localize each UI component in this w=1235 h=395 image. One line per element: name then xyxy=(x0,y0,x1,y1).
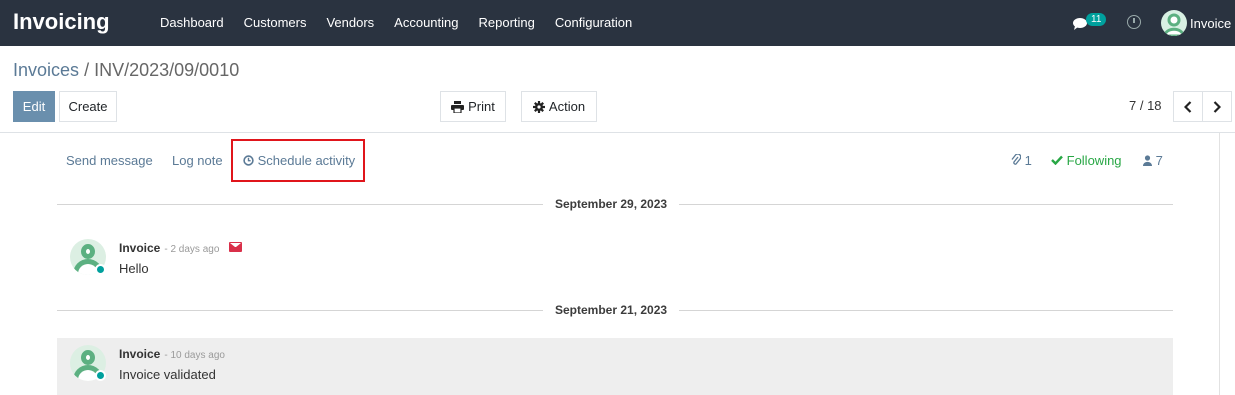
print-icon xyxy=(451,100,465,113)
user-icon xyxy=(1143,155,1152,166)
breadcrumb-separator: / xyxy=(84,60,90,80)
pager-previous-button[interactable] xyxy=(1173,91,1203,122)
breadcrumb-current: INV/2023/09/0010 xyxy=(94,60,240,80)
message-author-name: Invoice xyxy=(119,347,161,361)
breadcrumb-invoices-link[interactable]: Invoices xyxy=(13,60,79,80)
message-date: - 10 days ago xyxy=(164,350,225,361)
user-avatar-icon xyxy=(1163,13,1185,36)
envelope-icon[interactable] xyxy=(229,242,242,252)
edit-button[interactable]: Edit xyxy=(13,91,55,122)
activity-clock-icon[interactable] xyxy=(1127,15,1141,29)
followers-button[interactable]: 7 xyxy=(1143,153,1163,168)
attachments-button[interactable]: 1 xyxy=(1011,153,1032,168)
gear-icon xyxy=(532,100,545,113)
chevron-left-icon xyxy=(1184,100,1192,113)
user-avatar[interactable] xyxy=(1161,10,1187,36)
message-author-name: Invoice xyxy=(119,241,161,255)
create-button-label: Create xyxy=(68,99,108,114)
edit-button-label: Edit xyxy=(22,99,46,114)
menu-vendors[interactable]: Vendors xyxy=(316,15,384,30)
message-body: Invoice validated xyxy=(119,367,216,382)
message: Invoice - 10 days ago Invoice validated xyxy=(57,338,1173,395)
app-brand[interactable]: Invoicing xyxy=(13,9,110,35)
action-button-label: Action xyxy=(548,99,586,114)
online-status-icon xyxy=(95,370,106,381)
menu-accounting[interactable]: Accounting xyxy=(384,15,468,30)
control-panel-divider xyxy=(0,132,1235,133)
following-label: Following xyxy=(1066,153,1122,168)
message-body: Hello xyxy=(119,261,149,276)
user-menu-name[interactable]: Invoice xyxy=(1190,16,1231,31)
create-button[interactable]: Create xyxy=(59,91,117,122)
menu-reporting[interactable]: Reporting xyxy=(469,15,545,30)
send-message-button[interactable]: Send message xyxy=(66,153,153,168)
menu-customers[interactable]: Customers xyxy=(234,15,317,30)
message: Invoice - 2 days ago Hello xyxy=(57,239,1173,296)
messages-count-badge: 11 xyxy=(1086,13,1107,26)
online-status-icon xyxy=(95,264,106,275)
action-button[interactable]: Action xyxy=(521,91,597,122)
message-date: - 2 days ago xyxy=(164,244,220,255)
check-icon xyxy=(1051,155,1063,166)
date-separator-label: September 29, 2023 xyxy=(543,197,680,211)
highlight-box xyxy=(231,139,365,182)
attachments-count: 1 xyxy=(1024,153,1032,168)
menu-dashboard[interactable]: Dashboard xyxy=(150,15,234,30)
followers-count: 7 xyxy=(1155,153,1163,168)
message-author[interactable]: Invoice - 2 days ago xyxy=(119,241,219,255)
following-button[interactable]: Following xyxy=(1051,153,1122,168)
top-navbar: Invoicing Dashboard Customers Vendors Ac… xyxy=(0,0,1235,46)
menu-configuration[interactable]: Configuration xyxy=(545,15,642,30)
message-author[interactable]: Invoice - 10 days ago xyxy=(119,347,225,361)
pager-next-button[interactable] xyxy=(1202,91,1232,122)
pager-value[interactable]: 7 / 18 xyxy=(1129,98,1162,113)
date-separator-label: September 21, 2023 xyxy=(543,303,680,317)
log-note-button[interactable]: Log note xyxy=(172,153,223,168)
print-button[interactable]: Print xyxy=(440,91,506,122)
main-menu: Dashboard Customers Vendors Accounting R… xyxy=(150,15,642,30)
messages-button[interactable]: 11 xyxy=(1073,13,1113,34)
paperclip-icon xyxy=(1011,153,1022,165)
print-button-label: Print xyxy=(468,99,495,114)
chevron-right-icon xyxy=(1213,100,1221,113)
breadcrumb: Invoices / INV/2023/09/0010 xyxy=(13,60,239,81)
form-sheet-border xyxy=(1219,133,1220,395)
